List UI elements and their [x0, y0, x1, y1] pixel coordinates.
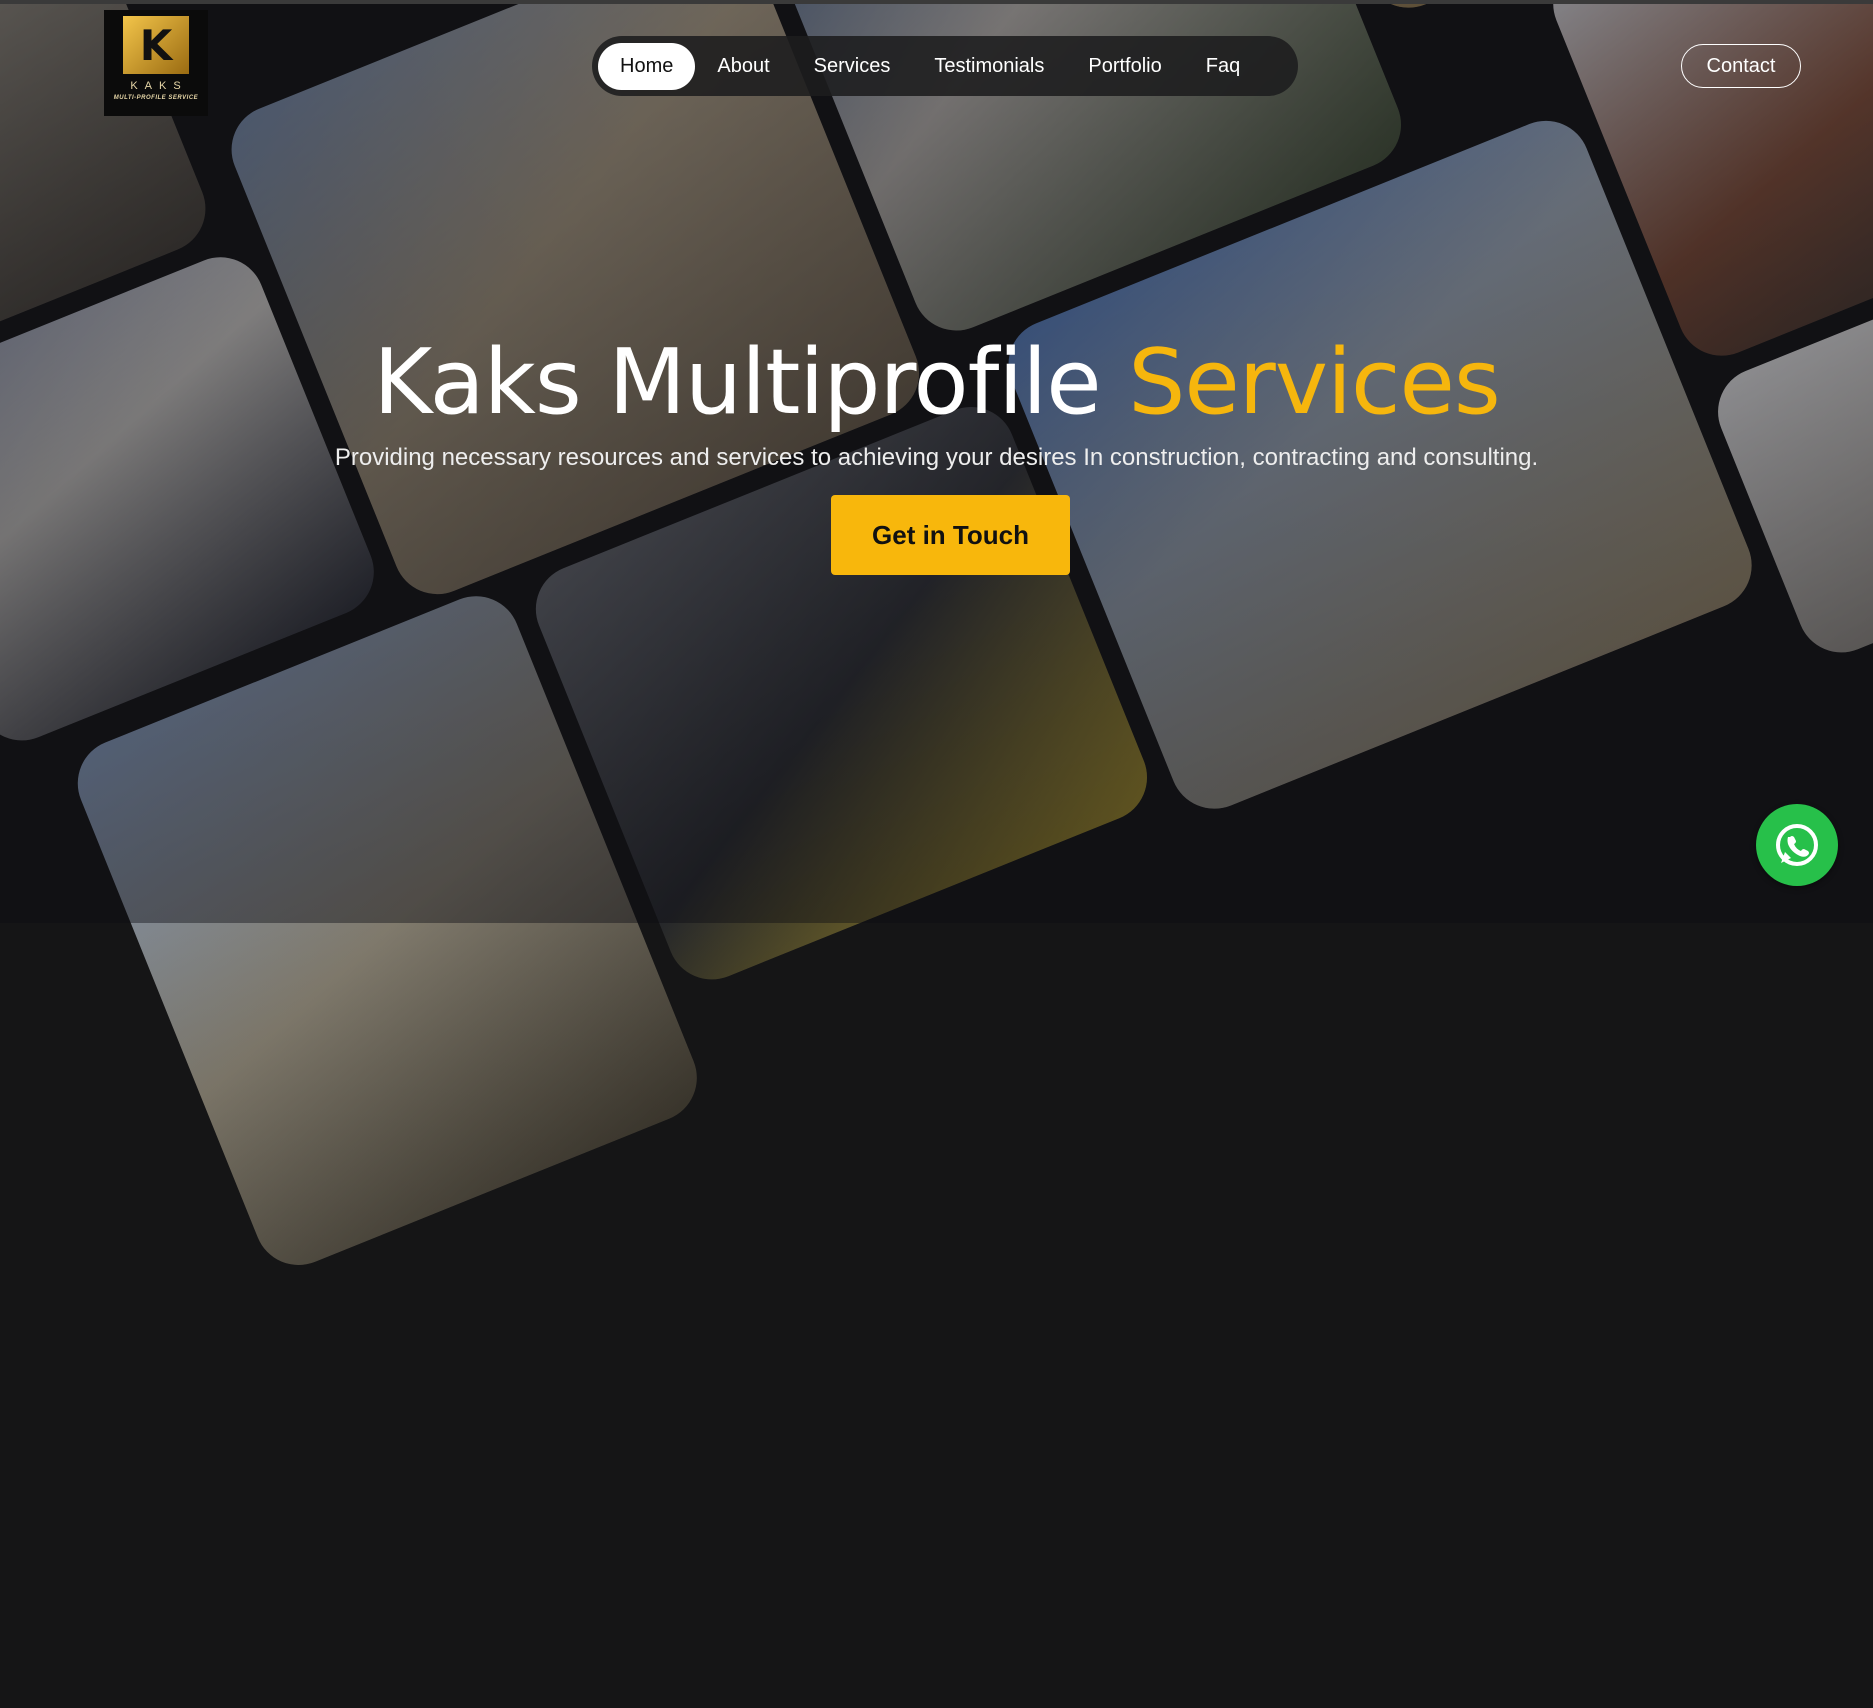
site-header: K KAKS MULTI-PROFILE SERVICE Home About … [0, 0, 1873, 116]
nav-item-testimonials[interactable]: Testimonials [912, 43, 1066, 90]
logo-tagline: MULTI-PROFILE SERVICE [113, 95, 199, 101]
top-border [0, 0, 1873, 4]
nav-item-faq[interactable]: Faq [1184, 43, 1262, 90]
whatsapp-icon[interactable] [1756, 804, 1838, 886]
logo-wordmark: KAKS [130, 80, 188, 92]
nav-item-portfolio[interactable]: Portfolio [1066, 43, 1183, 90]
hero-title-main: Kaks Multiprofile [373, 330, 1129, 435]
nav-item-about[interactable]: About [695, 43, 791, 90]
logo-mark-icon: K [123, 16, 189, 74]
company-logo[interactable]: K KAKS MULTI-PROFILE SERVICE [104, 10, 208, 116]
hero-title-accent: Services [1128, 330, 1501, 435]
hero-subtitle: Providing necessary resources and servic… [334, 444, 1539, 471]
get-in-touch-button[interactable]: Get in Touch [831, 495, 1070, 575]
nav-item-services[interactable]: Services [792, 43, 913, 90]
nav-item-home[interactable]: Home [598, 42, 696, 90]
main-nav: Home About Services Testimonials Portfol… [592, 36, 1298, 96]
contact-button[interactable]: Contact [1681, 44, 1801, 88]
hero-title: Kaks Multiprofile Services [0, 330, 1873, 435]
